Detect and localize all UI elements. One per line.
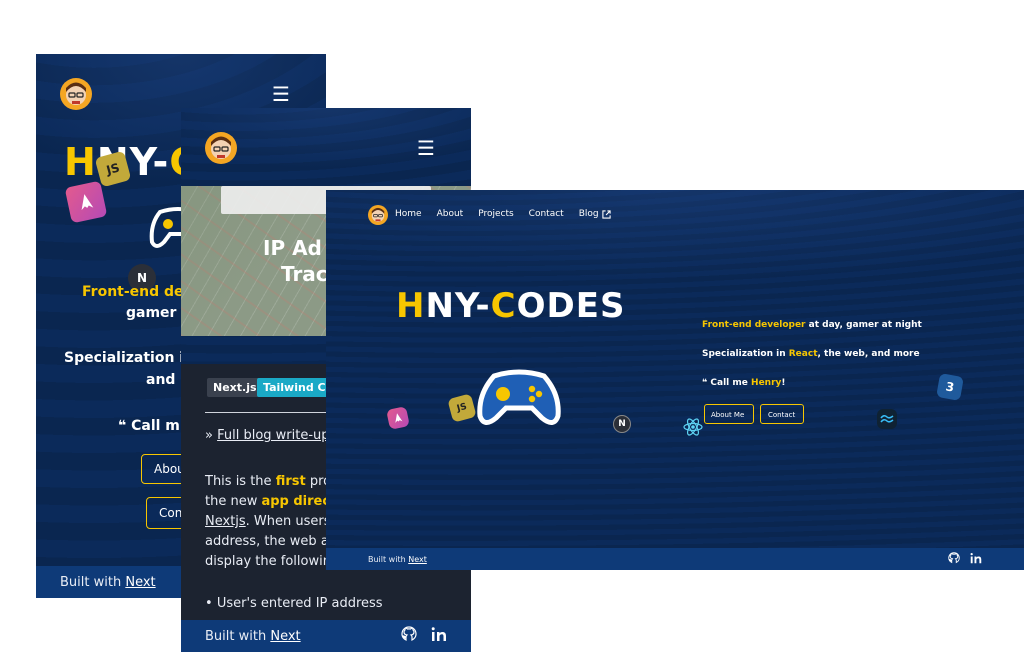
footer-text: Built with xyxy=(205,628,267,644)
react-icon xyxy=(682,416,704,442)
tagline-line: Front-end developer at day, gamer at nig… xyxy=(702,320,922,330)
call-me-line: ❝ Call m xyxy=(118,418,180,434)
footer-next-link[interactable]: Next xyxy=(125,575,155,590)
avatar[interactable] xyxy=(60,78,92,110)
footer: Built with Next xyxy=(326,548,1024,570)
linkedin-icon[interactable] xyxy=(970,552,982,567)
hamburger-menu-icon[interactable]: ☰ xyxy=(272,82,290,106)
divider xyxy=(205,412,345,413)
astro-icon xyxy=(64,180,108,224)
css3-icon: 3 xyxy=(936,373,964,401)
tagline-line-1: Front-end dev xyxy=(82,284,193,300)
javascript-icon: JS xyxy=(447,393,477,423)
nav-about[interactable]: About xyxy=(437,209,464,219)
avatar[interactable] xyxy=(368,205,388,225)
linkedin-icon[interactable] xyxy=(431,626,447,646)
specialization-line: Specialization in React, the web, and mo… xyxy=(702,349,920,359)
footer-text: Built with xyxy=(60,574,122,590)
footer-next-link[interactable]: Next xyxy=(270,629,300,644)
nav-contact[interactable]: Contact xyxy=(529,209,564,219)
call-me-line: ❝ Call me Henry! xyxy=(702,378,786,388)
desktop-window-home: Home About Projects Contact Blog HNY-COD… xyxy=(326,190,1024,570)
footer-text: Built with xyxy=(368,554,406,564)
nav-projects[interactable]: Projects xyxy=(478,209,513,219)
tag-nextjs: Next.js xyxy=(207,378,263,397)
nextjs-icon: N xyxy=(613,415,631,433)
github-icon[interactable] xyxy=(401,626,417,646)
github-icon[interactable] xyxy=(948,552,960,567)
hero-title: HNY-C xyxy=(64,140,197,184)
external-link-icon xyxy=(601,209,611,219)
footer-next-link[interactable]: Next xyxy=(408,555,427,564)
about-me-button[interactable]: About Me xyxy=(704,404,754,424)
footer: Built with Next xyxy=(181,620,471,652)
hero-title: HNY-CODES xyxy=(396,286,626,326)
nav-home[interactable]: Home xyxy=(395,209,422,219)
specialization-line-1: Specialization in xyxy=(64,350,195,366)
quote-icon: ❝ xyxy=(118,418,132,434)
tailwind-icon xyxy=(877,409,897,429)
list-item: • User's entered IP address xyxy=(205,596,383,611)
project-title-line-2: Trac xyxy=(281,262,328,286)
main-nav: Home About Projects Contact Blog xyxy=(395,209,611,219)
nav-blog[interactable]: Blog xyxy=(579,209,611,219)
project-title-line-1: IP Ad xyxy=(263,236,322,260)
avatar[interactable] xyxy=(205,132,237,164)
blog-writeup-link[interactable]: » Full blog write-up xyxy=(205,428,330,443)
astro-icon xyxy=(386,406,410,430)
hamburger-menu-icon[interactable]: ☰ xyxy=(417,136,435,160)
gamepad-icon xyxy=(476,366,562,436)
contact-button[interactable]: Contact xyxy=(760,404,804,424)
